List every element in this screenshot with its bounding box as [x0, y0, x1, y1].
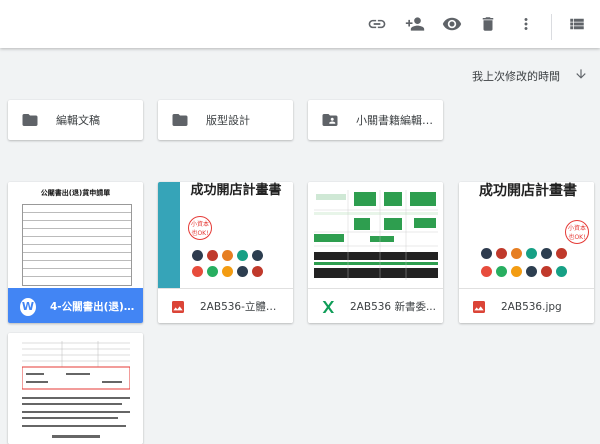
sheets-icon — [320, 299, 336, 315]
folder-card[interactable]: 版型設計 — [158, 100, 293, 140]
add-person-icon[interactable] — [403, 12, 427, 36]
file-thumbnail — [8, 333, 143, 444]
top-toolbar — [0, 0, 600, 48]
file-name: 2AB536-立體書.j... — [200, 301, 286, 313]
spreadsheet-preview — [314, 190, 438, 280]
image-icon — [170, 299, 186, 315]
thumbnail-title: 公關書出(退)貨申請單 — [40, 189, 111, 197]
book-badge: 小資本也OK! — [188, 216, 212, 240]
sort-label[interactable]: 我上次修改的時間 — [472, 68, 560, 84]
book-title: 成功開店計畫書 — [190, 183, 282, 198]
book-cover-image: 成功開店計畫書 小資本也OK! — [158, 182, 293, 288]
folder-card[interactable]: 小關書籍編輯專... — [308, 100, 443, 140]
book-badge: 小資本也OK! — [565, 220, 589, 244]
file-name: 2AB536 新書委... — [350, 301, 436, 313]
file-footer: 2AB536-立體書.j... — [158, 288, 293, 323]
file-thumbnail — [308, 182, 443, 288]
file-footer: 2AB536.jpg — [459, 288, 594, 323]
folder-icon — [21, 111, 39, 129]
arrow-down-icon[interactable] — [574, 66, 588, 80]
book-title: 成功開店計畫書 — [479, 183, 577, 199]
sort-row: 我上次修改的時間 — [0, 58, 600, 88]
file-name: 2AB536.jpg — [501, 300, 562, 313]
file-thumbnail: 成功開店計畫書 小資本也OK! — [158, 182, 293, 288]
file-card[interactable] — [8, 333, 143, 444]
more-vert-icon[interactable] — [514, 12, 538, 36]
book-icons — [192, 250, 263, 261]
book-cover-image: 成功開店計畫書 小資本也OK! — [459, 182, 594, 288]
word-icon: W — [20, 297, 36, 316]
file-thumbnail: 公關書出(退)貨申請單 — [8, 182, 143, 288]
link-icon[interactable] — [365, 12, 389, 36]
file-footer: W 4-公關書出(退)貨... — [8, 288, 143, 323]
document-preview — [22, 341, 130, 438]
folder-card[interactable]: 編輯文稿 — [8, 100, 143, 140]
shared-folder-icon — [321, 111, 339, 129]
file-thumbnail: 成功開店計畫書 小資本也OK! — [459, 182, 594, 288]
book-icons — [192, 266, 263, 277]
file-name: 4-公關書出(退)貨... — [50, 301, 136, 313]
file-card[interactable]: 成功開店計畫書 小資本也OK! 2AB536.jpg — [459, 182, 594, 323]
preview-eye-icon[interactable] — [440, 12, 464, 36]
book-icons — [481, 266, 567, 277]
file-card[interactable]: 公關書出(退)貨申請單 W 4-公關書出(退)貨... — [8, 182, 143, 323]
folder-name: 編輯文稿 — [56, 114, 100, 127]
book-spine — [158, 182, 180, 288]
trash-icon[interactable] — [476, 12, 500, 36]
thumbnail-form-table — [22, 204, 132, 286]
file-card[interactable]: 2AB536 新書委... — [308, 182, 443, 323]
folder-icon — [171, 111, 189, 129]
folder-name: 版型設計 — [206, 114, 250, 127]
file-footer: 2AB536 新書委... — [308, 288, 443, 323]
book-icons — [481, 248, 567, 259]
list-view-icon[interactable] — [565, 12, 589, 36]
toolbar-divider — [551, 14, 552, 40]
image-icon — [471, 299, 487, 315]
folder-name: 小關書籍編輯專... — [356, 114, 443, 127]
file-card[interactable]: 成功開店計畫書 小資本也OK! 2AB536-立體書.j... — [158, 182, 293, 323]
